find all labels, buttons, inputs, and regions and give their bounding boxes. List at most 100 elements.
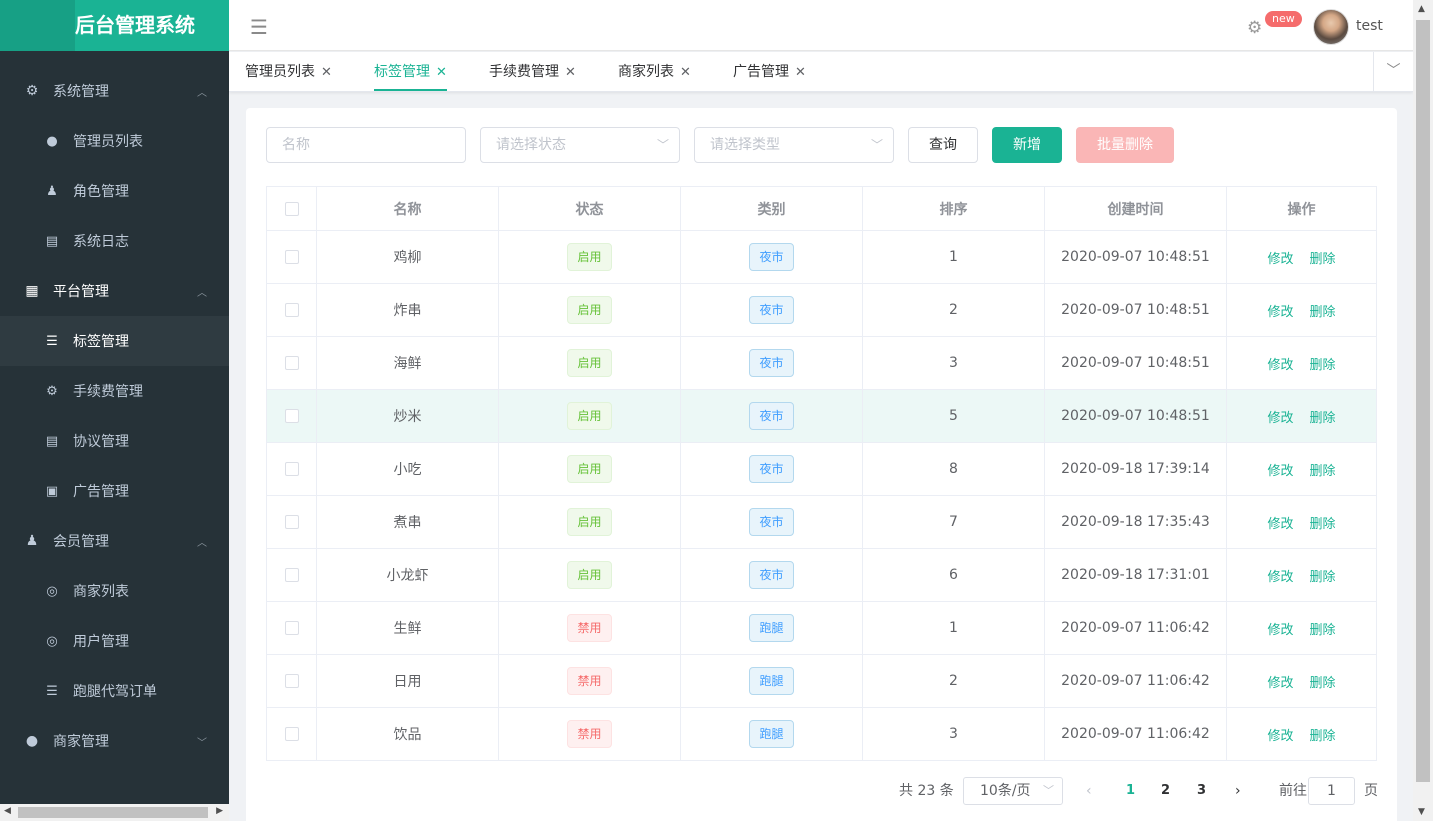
status-badge: 启用 [567, 349, 612, 377]
row-checkbox[interactable] [284, 568, 299, 582]
add-button[interactable]: 新增 [992, 127, 1062, 163]
edit-link[interactable]: 修改 [1267, 619, 1293, 638]
edit-link[interactable]: 修改 [1267, 354, 1293, 373]
page-2[interactable]: 2 [1161, 776, 1170, 806]
row-checkbox[interactable] [284, 727, 299, 741]
delete-link[interactable]: 删除 [1310, 619, 1336, 638]
close-icon[interactable]: ✕ [680, 65, 691, 80]
table-row[interactable]: 炸串 启用 夜市 2 2020-09-07 10:48:51 修改 删除 [267, 284, 1376, 337]
tab-3[interactable]: 商家列表 ✕ [618, 52, 691, 92]
row-status-cell: 启用 [499, 284, 681, 336]
edit-link[interactable]: 修改 [1267, 301, 1293, 320]
page-1[interactable]: 1 [1126, 776, 1135, 806]
delete-link[interactable]: 删除 [1310, 407, 1336, 426]
row-checkbox[interactable] [284, 409, 299, 423]
tab-4[interactable]: 广告管理 ✕ [733, 52, 806, 92]
tabs-dropdown-chevron-icon[interactable]: ﹀ [1373, 52, 1413, 92]
row-actions: 修改 删除 [1227, 390, 1376, 442]
edit-link[interactable]: 修改 [1267, 672, 1293, 691]
sidebar-item-2-2[interactable]: ☰ 跑腿代驾订单 [0, 666, 229, 716]
row-actions: 修改 删除 [1227, 602, 1376, 654]
sidebar-item-0-2[interactable]: ▤ 系统日志 [0, 216, 229, 266]
avatar[interactable] [1313, 9, 1349, 45]
row-checkbox[interactable] [284, 303, 299, 317]
table-row[interactable]: 炒米 启用 夜市 5 2020-09-07 10:48:51 修改 删除 [267, 390, 1376, 443]
delete-link[interactable]: 删除 [1310, 354, 1336, 373]
table-row[interactable]: 鸡柳 启用 夜市 1 2020-09-07 10:48:51 修改 删除 [267, 231, 1376, 284]
table-row[interactable]: 生鲜 禁用 跑腿 1 2020-09-07 11:06:42 修改 删除 [267, 602, 1376, 655]
type-select[interactable]: 请选择类型 ﹀ [694, 127, 894, 163]
edit-link[interactable]: 修改 [1267, 566, 1293, 585]
settings-gear-icon[interactable]: ⚙ [1247, 18, 1262, 38]
tab-label: 管理员列表 [245, 64, 315, 80]
delete-link[interactable]: 删除 [1310, 301, 1336, 320]
sidebar-item-1-2[interactable]: ▤ 协议管理 [0, 416, 229, 466]
sidebar-group-2[interactable]: ♟ 会员管理 ︿ [0, 516, 229, 566]
page-vertical-scrollbar[interactable]: ▲ ▼ [1413, 0, 1433, 821]
edit-link[interactable]: 修改 [1267, 460, 1293, 479]
chevron-down-icon: ﹀ [870, 138, 883, 152]
scroll-down-icon[interactable]: ▼ [1418, 807, 1425, 817]
delete-link[interactable]: 删除 [1310, 725, 1336, 744]
table-row[interactable]: 小龙虾 启用 夜市 6 2020-09-18 17:31:01 修改 删除 [267, 549, 1376, 602]
row-checkbox[interactable] [284, 462, 299, 476]
tab-0[interactable]: 管理员列表 ✕ [245, 52, 332, 92]
table-row[interactable]: 海鲜 启用 夜市 3 2020-09-07 10:48:51 修改 删除 [267, 337, 1376, 390]
table-row[interactable]: 饮品 禁用 跑腿 3 2020-09-07 11:06:42 修改 删除 [267, 708, 1376, 761]
close-icon[interactable]: ✕ [321, 65, 332, 80]
edit-link[interactable]: 修改 [1267, 248, 1293, 267]
tab-2[interactable]: 手续费管理 ✕ [489, 52, 576, 92]
row-checkbox[interactable] [284, 250, 299, 264]
prev-page-icon[interactable]: ‹ [1086, 776, 1092, 806]
goto-page-input[interactable]: 1 [1308, 777, 1355, 805]
sidebar-group-1[interactable]: ▦ 平台管理 ︿ [0, 266, 229, 316]
select-all-checkbox[interactable] [284, 201, 299, 216]
table-row[interactable]: 日用 禁用 跑腿 2 2020-09-07 11:06:42 修改 删除 [267, 655, 1376, 708]
query-button[interactable]: 查询 [908, 127, 978, 163]
page-size-select[interactable]: 10条/页 ﹀ [963, 777, 1063, 805]
sidebar-item-2-0[interactable]: ◎ 商家列表 [0, 566, 229, 616]
delete-link[interactable]: 删除 [1310, 460, 1336, 479]
sidebar-item-1-3[interactable]: ▣ 广告管理 [0, 466, 229, 516]
delete-link[interactable]: 删除 [1310, 513, 1336, 532]
delete-link[interactable]: 删除 [1310, 566, 1336, 585]
sidebar-item-2-1[interactable]: ◎ 用户管理 [0, 616, 229, 666]
sidebar-item-0-1[interactable]: ♟ 角色管理 [0, 166, 229, 216]
type-badge: 夜市 [749, 455, 794, 483]
name-input[interactable]: 名称 [266, 127, 466, 163]
status-badge: 启用 [567, 402, 612, 430]
row-checkbox[interactable] [284, 674, 299, 688]
row-checkbox[interactable] [284, 621, 299, 635]
scroll-right-icon[interactable]: ▶ [216, 806, 223, 816]
next-page-icon[interactable]: › [1235, 776, 1241, 806]
scrollbar-thumb[interactable] [18, 807, 208, 818]
row-checkbox[interactable] [284, 356, 299, 370]
sidebar-item-1-1[interactable]: ⚙ 手续费管理 [0, 366, 229, 416]
delete-link[interactable]: 删除 [1310, 672, 1336, 691]
sidebar-group-3[interactable]: ● 商家管理 ﹀ [0, 716, 229, 766]
delete-link[interactable]: 删除 [1310, 248, 1336, 267]
scroll-up-icon[interactable]: ▲ [1418, 4, 1425, 14]
scrollbar-thumb[interactable] [1416, 20, 1430, 782]
sidebar-horizontal-scrollbar[interactable]: ◀ ▶ [0, 804, 229, 821]
scroll-left-icon[interactable]: ◀ [4, 806, 11, 816]
row-checkbox[interactable] [284, 515, 299, 529]
page-3[interactable]: 3 [1197, 776, 1206, 806]
close-icon[interactable]: ✕ [565, 65, 576, 80]
document-icon: ▤ [45, 233, 59, 249]
batch-delete-button[interactable]: 批量删除 [1076, 127, 1174, 163]
sidebar-group-0[interactable]: ⚙ 系统管理 ︿ [0, 66, 229, 116]
sidebar-item-0-0[interactable]: ● 管理员列表 [0, 116, 229, 166]
close-icon[interactable]: ✕ [795, 65, 806, 80]
close-icon[interactable]: ✕ [436, 65, 447, 80]
edit-link[interactable]: 修改 [1267, 407, 1293, 426]
edit-link[interactable]: 修改 [1267, 513, 1293, 532]
status-select[interactable]: 请选择状态 ﹀ [480, 127, 680, 163]
username[interactable]: test [1356, 18, 1383, 34]
edit-link[interactable]: 修改 [1267, 725, 1293, 744]
sidebar-item-1-0[interactable]: ☰ 标签管理 [0, 316, 229, 366]
table-row[interactable]: 煮串 启用 夜市 7 2020-09-18 17:35:43 修改 删除 [267, 496, 1376, 549]
tab-1[interactable]: 标签管理 ✕ [374, 52, 447, 92]
table-row[interactable]: 小吃 启用 夜市 8 2020-09-18 17:39:14 修改 删除 [267, 443, 1376, 496]
hamburger-menu-icon[interactable]: ☰ [250, 15, 268, 39]
